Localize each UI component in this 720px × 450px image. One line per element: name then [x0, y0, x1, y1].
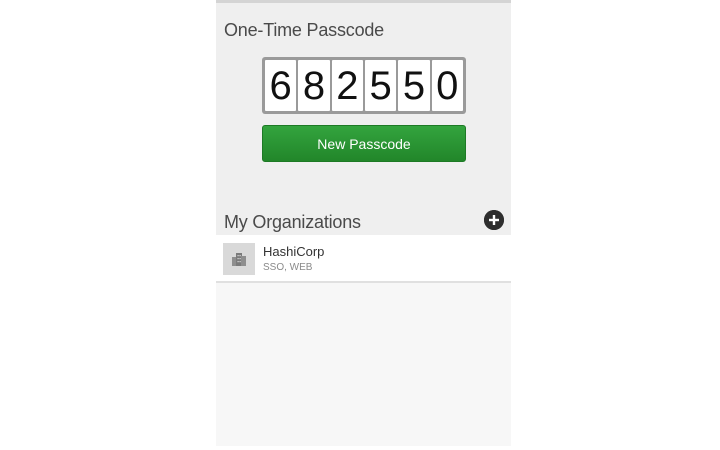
plus-circle-icon	[484, 210, 504, 230]
app-screen: One-Time Passcode 6 8 2 5 5 0 New Passco…	[216, 0, 511, 446]
passcode-digit: 8	[298, 60, 330, 111]
organization-item[interactable]: HashiCorp SSO, WEB	[216, 235, 511, 283]
otp-title: One-Time Passcode	[224, 20, 384, 40]
passcode-digit: 5	[398, 60, 430, 111]
otp-section: One-Time Passcode 6 8 2 5 5 0 New Passco…	[216, 3, 511, 235]
add-organization-button[interactable]	[484, 210, 504, 230]
passcode-digit: 5	[364, 60, 397, 111]
passcode-digit: 2	[331, 60, 363, 111]
building-icon	[232, 253, 246, 266]
new-passcode-button[interactable]: New Passcode	[262, 125, 466, 162]
organization-avatar	[223, 243, 255, 275]
organization-name: HashiCorp	[263, 244, 325, 259]
passcode-display: 6 8 2 5 5 0	[262, 57, 466, 114]
organizations-title: My Organizations	[224, 212, 361, 232]
passcode-digit: 0	[431, 60, 463, 111]
organization-auth-types: SSO, WEB	[263, 262, 313, 273]
passcode-digit: 6	[265, 60, 297, 111]
